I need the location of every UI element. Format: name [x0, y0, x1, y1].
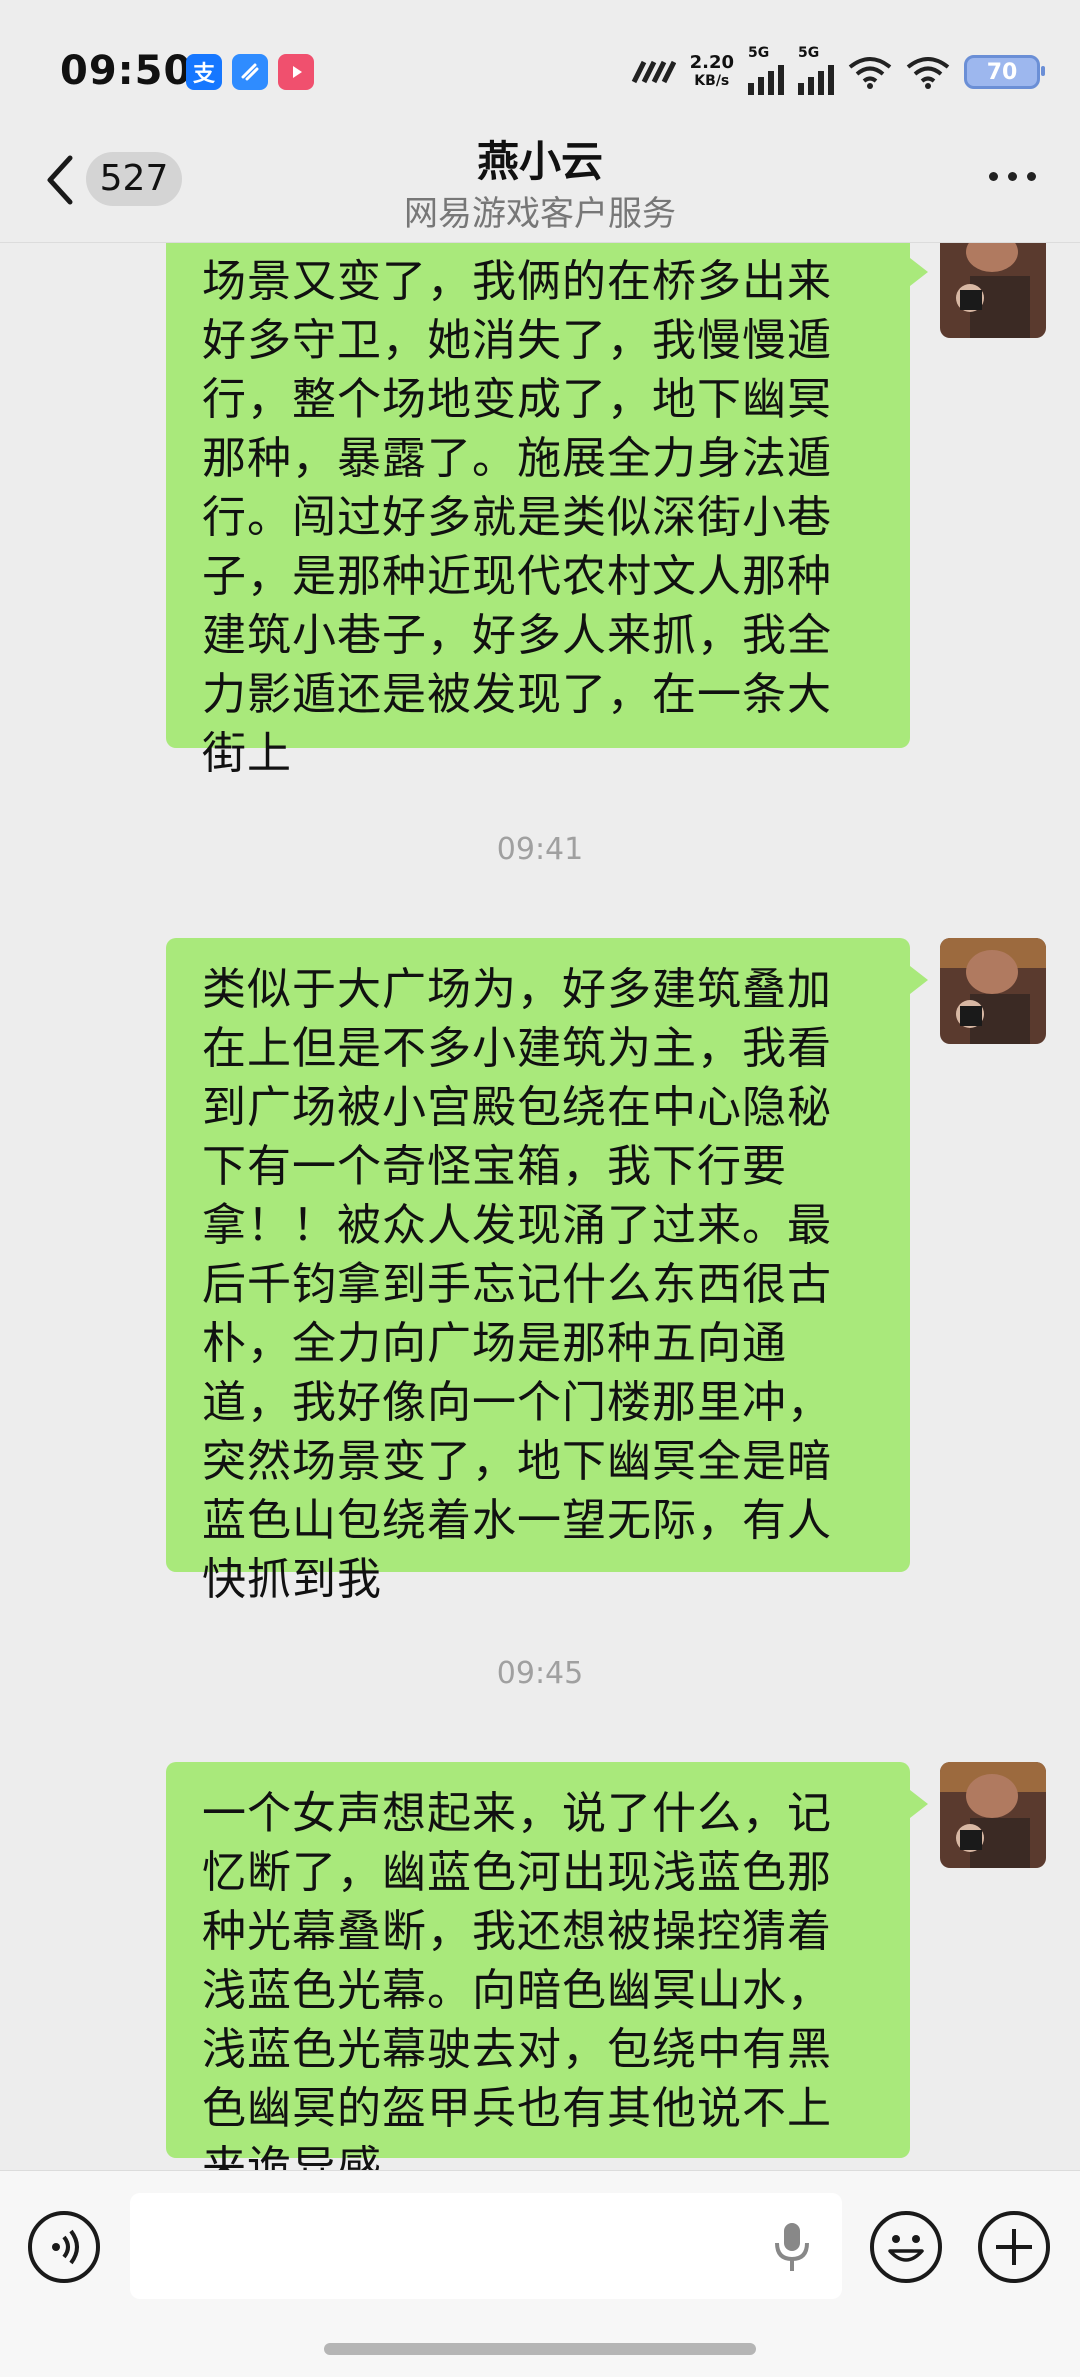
wifi-icon [906, 57, 950, 89]
avatar[interactable] [940, 1762, 1046, 1868]
home-indicator[interactable] [324, 2343, 756, 2355]
cloud-icon [232, 54, 268, 90]
alipay-icon: 支 [186, 54, 222, 90]
wifi-hotspot-icon [848, 57, 892, 89]
battery-icon: 70 [964, 55, 1045, 89]
signal-sim1-icon: 5G [748, 45, 784, 95]
signal-sim2-icon: 5G [798, 45, 834, 95]
message-input[interactable] [130, 2193, 842, 2299]
message-text: 场景又变了，我俩的在桥多出来好多守卫，她消失了，我慢慢遁行，整个场地变成了，地下… [202, 256, 832, 779]
timestamp: 09:45 [496, 1656, 584, 1691]
chat-title: 燕小云 [476, 137, 603, 186]
avatar[interactable] [940, 938, 1046, 1044]
video-icon [278, 54, 314, 90]
network-speed: 2.20 KB/s [689, 52, 734, 90]
message-text: 类似于大广场为，好多建筑叠加在上但是不多小建筑为主，我看到广场被小宫殿包绕在中心… [202, 964, 832, 1605]
plus-icon[interactable] [978, 2211, 1050, 2283]
message-bubble[interactable]: 场景又变了，我俩的在桥多出来好多守卫，她消失了，我慢慢遁行，整个场地变成了，地下… [166, 230, 928, 779]
voice-icon[interactable] [28, 2211, 100, 2283]
message-bubble[interactable]: 类似于大广场为，好多建筑叠加在上但是不多小建筑为主，我看到广场被小宫殿包绕在中心… [166, 938, 928, 1605]
timestamp: 09:41 [496, 832, 584, 867]
chat-subtitle: 网易游戏客户服务 [404, 194, 676, 234]
message-text: 一个女声想起来，说了什么，记忆断了，幽蓝色河出现浅蓝色那种光幕叠断，我还想被操控… [202, 1788, 832, 2193]
avatar[interactable] [940, 232, 1046, 338]
chat-header: 527 燕小云 网易游戏客户服务 [0, 120, 1080, 243]
status-time: 09:50 [60, 48, 193, 94]
microphone-icon[interactable] [772, 2219, 812, 2275]
more-options-icon[interactable] [989, 172, 1036, 181]
nfc-icon [631, 60, 676, 84]
status-bar: 09:50 支 2.20 KB/s 5G 5G 70 [0, 0, 1080, 140]
message-bubble[interactable]: 一个女声想起来，说了什么，记忆断了，幽蓝色河出现浅蓝色那种光幕叠断，我还想被操控… [166, 1762, 928, 2193]
emoji-icon[interactable] [870, 2211, 942, 2283]
